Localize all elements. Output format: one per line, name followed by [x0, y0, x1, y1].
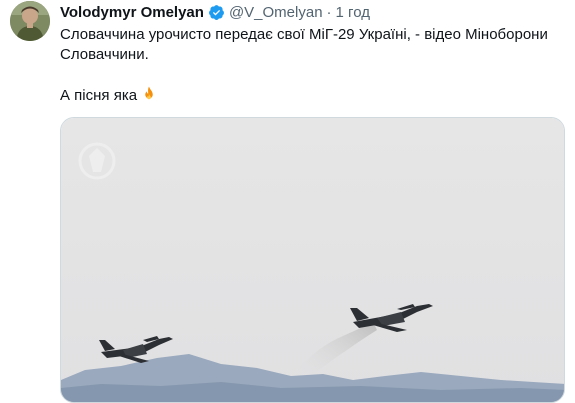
- avatar-image: [10, 1, 50, 41]
- tweet[interactable]: Volodymyr Omelyan @V_Omelyan · 1 год Сло…: [0, 0, 575, 403]
- author-name[interactable]: Volodymyr Omelyan: [60, 4, 204, 21]
- verified-badge-icon: [208, 4, 225, 21]
- tweet-text-line-1: Словаччина урочисто передає свої МіГ-29 …: [60, 26, 548, 43]
- tweet-text-line-3: А пісня яка: [60, 85, 565, 106]
- author-handle[interactable]: @V_Omelyan: [229, 4, 323, 21]
- video-media[interactable]: [60, 117, 565, 403]
- header-separator: ·: [326, 3, 332, 21]
- fire-icon: [140, 85, 158, 103]
- timestamp[interactable]: 1 год: [336, 4, 370, 21]
- avatar[interactable]: [10, 1, 50, 41]
- tweet-text-line-3-text: А пісня яка: [60, 87, 138, 104]
- video-frame: [61, 118, 564, 402]
- tweet-text: Словаччина урочисто передає свої МіГ-29 …: [60, 25, 565, 106]
- tweet-header: Volodymyr Omelyan @V_Omelyan · 1 год: [60, 2, 370, 22]
- tweet-text-line-2: Словаччини.: [60, 46, 149, 63]
